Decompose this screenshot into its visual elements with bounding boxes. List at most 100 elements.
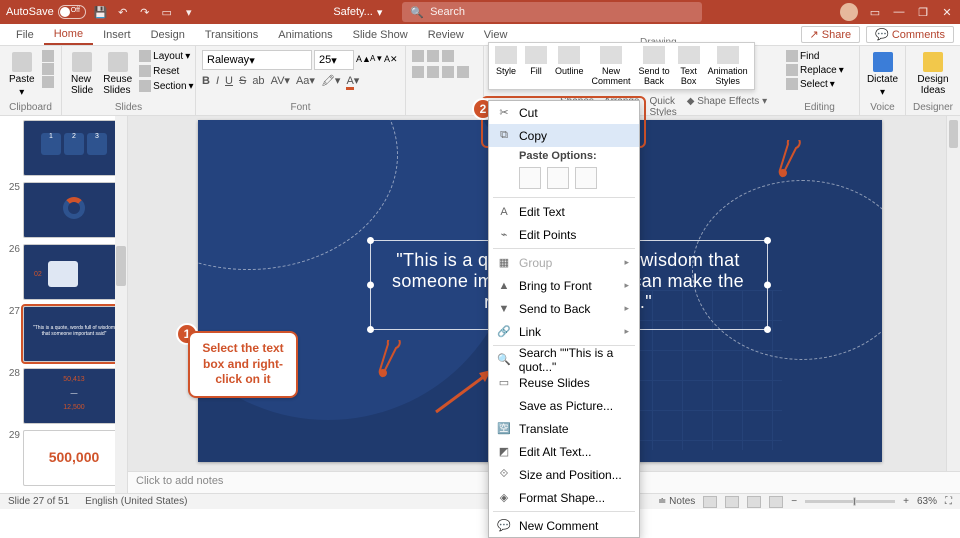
ctx-size-position[interactable]: ⟐Size and Position... [489, 463, 639, 486]
design-ideas-button[interactable]: Design Ideas [912, 50, 954, 98]
outline-button[interactable]: Outline [555, 46, 584, 86]
zoom-in-button[interactable]: + [903, 496, 909, 507]
tab-home[interactable]: Home [44, 24, 93, 45]
layout-button[interactable]: Layout ▾ [139, 50, 193, 62]
view-reading-icon[interactable] [747, 496, 761, 508]
view-normal-icon[interactable] [703, 496, 717, 508]
italic-button[interactable]: I [216, 75, 219, 87]
indent-dec-icon[interactable] [442, 50, 454, 62]
share-button[interactable]: ↗Share [801, 26, 861, 43]
section-button[interactable]: Section ▾ [139, 80, 193, 92]
text-box-button[interactable]: Text Box [678, 46, 700, 86]
editor-scrollbar[interactable] [946, 116, 960, 471]
grow-font-icon[interactable]: A▲ [356, 54, 368, 66]
save-icon[interactable]: 💾 [94, 5, 108, 19]
view-slideshow-icon[interactable] [769, 496, 783, 508]
ctx-cut[interactable]: ✂Cut [489, 101, 639, 124]
new-comment-button[interactable]: New Comment [592, 46, 631, 86]
ctx-reuse-slides[interactable]: ▭Reuse Slides [489, 371, 639, 394]
ctx-translate[interactable]: 🈳Translate [489, 417, 639, 440]
cut-icon[interactable] [42, 50, 54, 62]
thumb-24[interactable]: 123 [23, 120, 125, 176]
thumb-scrollbar[interactable] [115, 116, 127, 493]
search-input[interactable]: 🔍 Search [402, 2, 702, 22]
bullets-icon[interactable] [412, 50, 424, 62]
paste-picture[interactable] [575, 167, 597, 189]
fit-to-window-icon[interactable]: ⛶ [945, 496, 952, 507]
thumb-25[interactable] [23, 182, 125, 238]
format-painter-icon[interactable] [42, 76, 54, 88]
user-avatar[interactable] [840, 3, 858, 21]
tab-review[interactable]: Review [418, 24, 474, 45]
paste-button[interactable]: Paste▾ [6, 50, 38, 100]
comments-button[interactable]: 💬Comments [866, 26, 954, 43]
new-slide-button[interactable]: New Slide [68, 50, 96, 98]
ctx-alt-text[interactable]: ◩Edit Alt Text... [489, 440, 639, 463]
paste-keep-source[interactable] [547, 167, 569, 189]
ctx-bring-front[interactable]: ▲Bring to Front▸ [489, 274, 639, 297]
animation-styles-button[interactable]: Animation Styles [708, 46, 748, 86]
zoom-value[interactable]: 63% [917, 496, 937, 507]
align-left-icon[interactable] [412, 66, 424, 78]
shape-effects-button[interactable]: Shape Effects [697, 96, 759, 107]
strike-button[interactable]: S [239, 75, 246, 87]
tab-design[interactable]: Design [141, 24, 195, 45]
justify-icon[interactable] [457, 66, 469, 78]
font-size-select[interactable]: 25▾ [314, 50, 354, 70]
tab-animations[interactable]: Animations [268, 24, 342, 45]
tab-insert[interactable]: Insert [93, 24, 141, 45]
ctx-copy[interactable]: ⧉Copy [489, 124, 639, 147]
bold-button[interactable]: B [202, 75, 210, 87]
ctx-edit-text[interactable]: AEdit Text [489, 200, 639, 223]
tab-file[interactable]: File [6, 24, 44, 45]
font-family-select[interactable]: Raleway▾ [202, 50, 312, 70]
ctx-link[interactable]: 🔗Link▸ [489, 320, 639, 343]
ribbon-display-icon[interactable]: ▭ [868, 5, 882, 19]
undo-icon[interactable]: ↶ [116, 5, 130, 19]
fill-button[interactable]: Fill [525, 46, 547, 86]
numbering-icon[interactable] [427, 50, 439, 62]
replace-button[interactable]: Replace ▾ [786, 64, 853, 76]
status-language[interactable]: English (United States) [85, 496, 187, 507]
align-right-icon[interactable] [442, 66, 454, 78]
find-button[interactable]: Find [786, 50, 853, 62]
tab-transitions[interactable]: Transitions [195, 24, 268, 45]
zoom-out-button[interactable]: − [791, 496, 797, 507]
align-center-icon[interactable] [427, 66, 439, 78]
underline-button[interactable]: U [225, 75, 233, 87]
zoom-slider[interactable] [805, 500, 895, 503]
spacing-button[interactable]: AV▾ [271, 74, 290, 87]
ctx-save-picture[interactable]: Save as Picture... [489, 394, 639, 417]
qat-overflow-icon[interactable]: ▾ [182, 5, 196, 19]
tab-slideshow[interactable]: Slide Show [343, 24, 418, 45]
ctx-format-shape[interactable]: ◈Format Shape... [489, 486, 639, 509]
send-to-back-button[interactable]: Send to Back [639, 46, 670, 86]
restore-icon[interactable]: ❐ [916, 5, 930, 19]
font-color-button[interactable]: A▾ [346, 74, 359, 87]
thumb-29[interactable]: 500,000 [23, 430, 125, 486]
minimize-icon[interactable]: — [892, 5, 906, 19]
ctx-search[interactable]: 🔍Search ""This is a quot..." [489, 348, 639, 371]
highlight-button[interactable]: 🖍▾ [321, 74, 341, 87]
select-button[interactable]: Select ▾ [786, 78, 853, 90]
thumb-27[interactable]: "This is a quote, words full of wisdom t… [23, 306, 125, 362]
paste-use-dest-theme[interactable] [519, 167, 541, 189]
reset-button[interactable]: Reset [139, 65, 193, 77]
redo-icon[interactable]: ↷ [138, 5, 152, 19]
case-button[interactable]: Aa▾ [296, 74, 315, 87]
start-show-icon[interactable]: ▭ [160, 5, 174, 19]
copy-icon[interactable] [42, 63, 54, 75]
shrink-font-icon[interactable]: A▼ [370, 54, 382, 66]
ctx-send-back[interactable]: ▼Send to Back▸ [489, 297, 639, 320]
notes-toggle[interactable]: ≐ Notes [658, 496, 695, 507]
reuse-slides-button[interactable]: Reuse Slides [100, 50, 135, 98]
ctx-new-comment[interactable]: 💬New Comment [489, 514, 639, 537]
document-title[interactable]: Safety...▾ [333, 6, 382, 19]
dictate-button[interactable]: Dictate▾ [866, 50, 899, 100]
clear-format-icon[interactable]: A✕ [384, 54, 396, 66]
style-button[interactable]: Style [495, 46, 517, 86]
thumb-26[interactable]: 02 [23, 244, 125, 300]
shadow-button[interactable]: ab [252, 75, 264, 87]
autosave-toggle[interactable]: AutoSave Off [6, 5, 86, 19]
close-icon[interactable]: ✕ [940, 5, 954, 19]
